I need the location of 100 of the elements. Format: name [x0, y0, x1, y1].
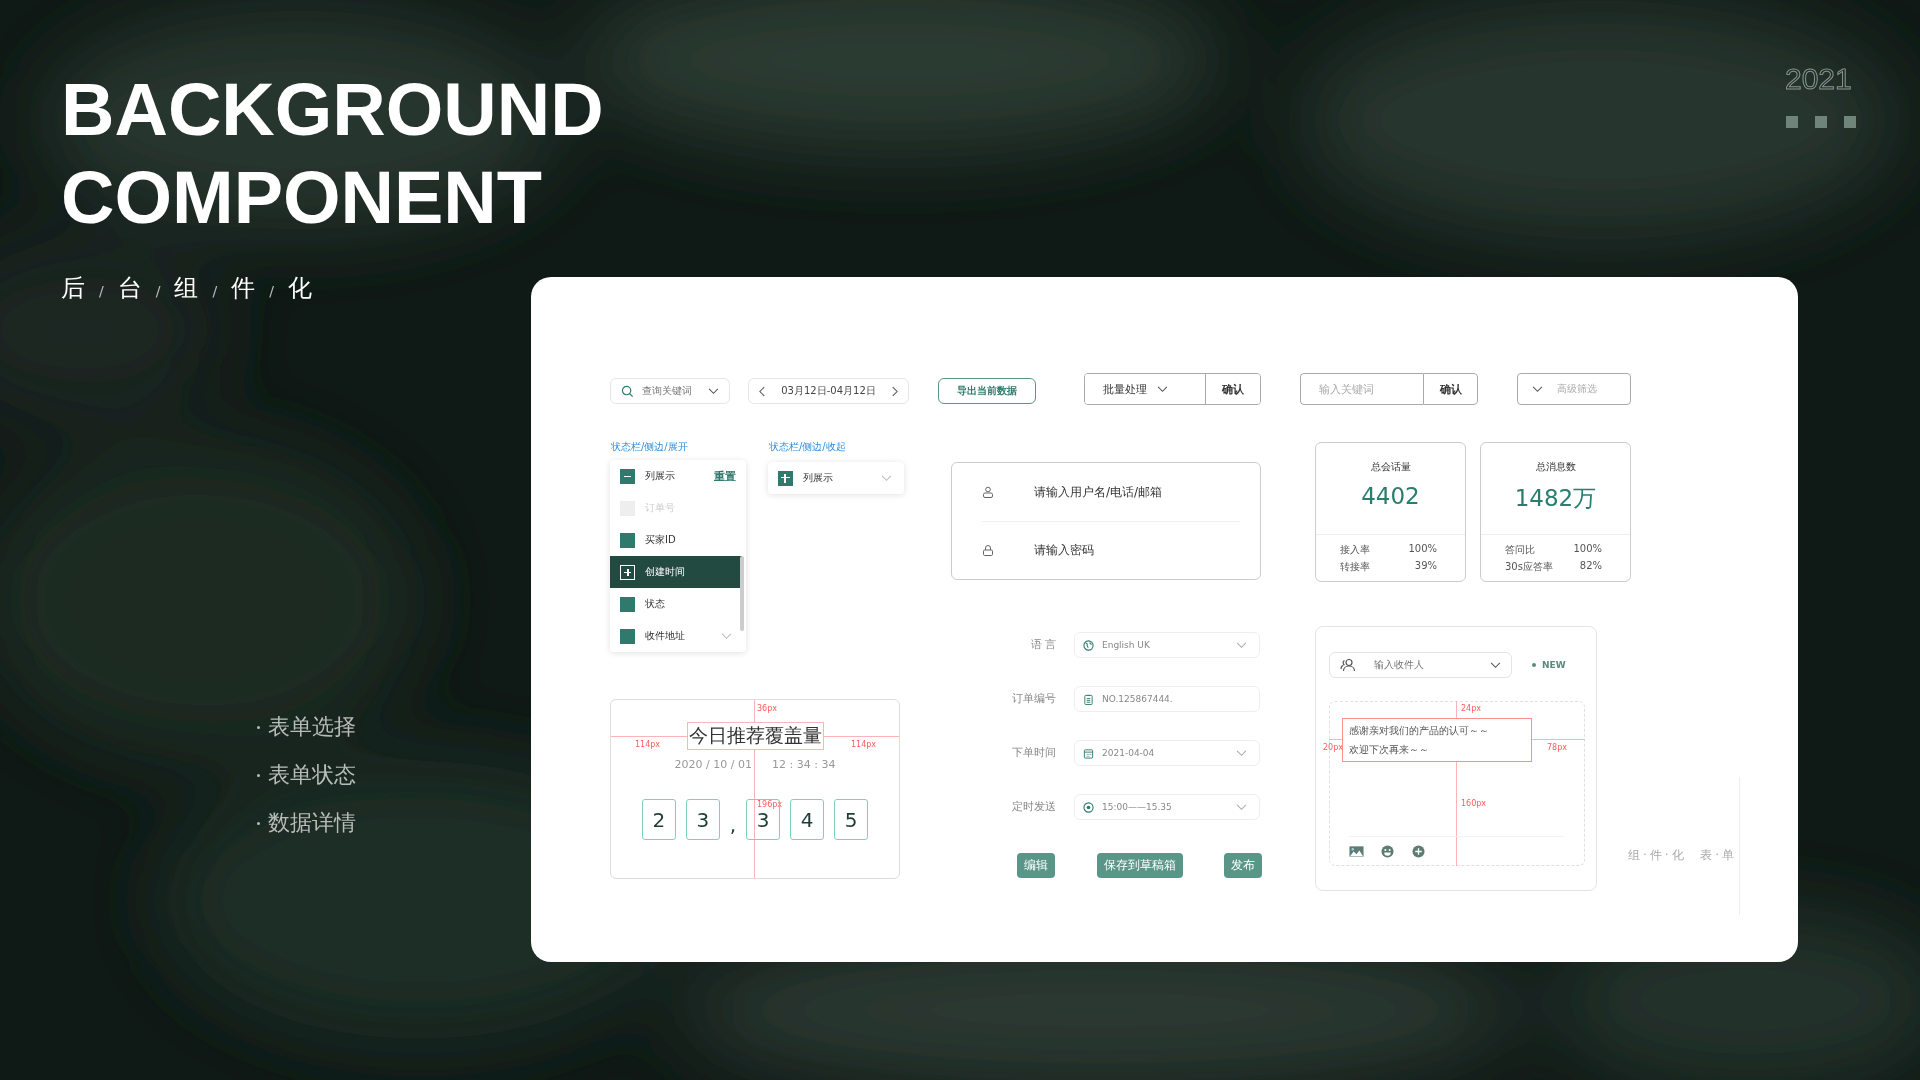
subtitle-character: 后 [61, 273, 85, 304]
column-option[interactable]: 状态 [610, 588, 746, 620]
collapse-icon[interactable] [620, 468, 635, 484]
chevron-down-icon [1157, 385, 1168, 393]
chevron-right-icon[interactable] [891, 385, 898, 397]
confirm-button[interactable]: 确认 [1205, 374, 1260, 404]
spacing-label: 114px [635, 740, 661, 749]
separator: / [269, 283, 274, 299]
spacing-label: 20px [1323, 743, 1343, 752]
column-option[interactable]: 创建时间 [610, 556, 742, 588]
chevron-down-icon [1532, 385, 1543, 393]
keyword-field[interactable]: 输入关键词 [1300, 373, 1423, 405]
square-dots-icon [1786, 116, 1856, 128]
smile-icon[interactable] [1380, 845, 1395, 858]
bullet-icon [257, 821, 260, 825]
chevron-down-icon [881, 474, 892, 482]
form-field[interactable]: 15:00——15.35 [1074, 794, 1260, 820]
people-icon [1340, 658, 1356, 672]
feature-item: 数据详情 [268, 810, 356, 836]
reset-link[interactable]: 重置 [714, 468, 736, 484]
year-label: 2021 [1785, 62, 1852, 96]
chevron-down-icon [1490, 661, 1501, 669]
metric-label: 30s应答率 [1505, 560, 1553, 574]
metric-value: 39% [1414, 560, 1437, 573]
new-label: NEW [1542, 660, 1566, 670]
separator: / [155, 283, 161, 299]
subtitle-character: 件 [231, 273, 256, 304]
confirm-button[interactable]: 确认 [1423, 373, 1478, 405]
digit-tile: 5 [834, 799, 869, 840]
metric-label: 转接率 [1340, 560, 1370, 574]
thousands-separator: , [729, 812, 737, 837]
export-button[interactable]: 导出当前数据 [938, 378, 1036, 404]
metric-label: 答问比 [1505, 543, 1535, 557]
chevron-down-icon [1236, 749, 1247, 757]
checkbox[interactable] [620, 532, 635, 548]
search-dropdown[interactable]: 查询关键词 [610, 378, 730, 404]
calendar-icon [1083, 747, 1094, 759]
metric-value: 100% [1573, 543, 1602, 556]
chevron-down-icon [1236, 641, 1247, 649]
scrollbar[interactable] [740, 556, 744, 631]
digit-tile: 3 [685, 799, 720, 840]
add-icon[interactable] [1411, 845, 1426, 858]
metric-value: 100% [1408, 543, 1437, 556]
chevron-down-icon [721, 632, 732, 640]
action-button[interactable]: 编辑 [1017, 853, 1055, 878]
stat-title: 总会话量 [1370, 460, 1411, 474]
date-range-picker[interactable]: 03月12日-04月12日 [748, 378, 909, 404]
radio-icon [1083, 801, 1094, 813]
form-field[interactable]: 2021-04-04 [1074, 740, 1260, 766]
digit-tile: 2 [641, 799, 676, 840]
bullet-icon [257, 725, 260, 729]
separator: / [99, 283, 104, 299]
new-dot-icon [1532, 663, 1536, 667]
field-label: 订单编号 [1011, 691, 1056, 707]
lock-icon [982, 544, 994, 557]
separator: / [212, 283, 218, 299]
section-caption: 状态栏/侧边/展开 [611, 440, 688, 454]
add-icon [620, 564, 635, 580]
image-icon[interactable] [1349, 845, 1364, 858]
recipient-dropdown[interactable]: 输入收件人 [1329, 652, 1512, 678]
globe-icon [1083, 639, 1094, 651]
spacing-label: 160px [1461, 799, 1487, 808]
field-label: 下单时间 [1011, 745, 1056, 761]
search-icon [621, 384, 634, 398]
field-label: 定时发送 [1011, 799, 1056, 815]
column-option[interactable]: 收件地址 [610, 620, 746, 652]
panel-title: 列展示 [645, 469, 675, 483]
column-option[interactable]: 买家ID [610, 524, 746, 556]
feature-item: 表单选择 [268, 714, 356, 740]
column-dropdown[interactable]: 列展示 [768, 462, 904, 494]
board-caption: 组·件·化 表·单 [1628, 847, 1738, 864]
date-text: 2020 / 10 / 01 [674, 758, 752, 771]
stat-value: 4402 [1361, 483, 1420, 509]
username-field[interactable]: 请输入用户名/电话/邮箱 [1034, 484, 1204, 499]
spacing-label: 78px [1547, 743, 1567, 752]
checkbox[interactable] [620, 596, 635, 612]
chevron-left-icon[interactable] [759, 385, 766, 397]
subtitle-character: 台 [117, 273, 142, 304]
checkbox[interactable] [620, 628, 635, 644]
counter-title: 今日推荐覆盖量 [686, 722, 824, 750]
metric-label: 接入率 [1340, 543, 1370, 557]
subtitle-character: 组 [174, 273, 199, 304]
chevron-down-icon [708, 387, 719, 395]
password-field[interactable]: 请输入密码 [1034, 543, 1204, 558]
stat-title: 总消息数 [1535, 460, 1576, 474]
spacing-label: 36px [757, 704, 777, 713]
add-icon [778, 470, 793, 486]
field-label: 语 言 [1029, 637, 1056, 653]
stat-value: 1482万 [1514, 484, 1597, 513]
spacing-label: 24px [1461, 704, 1481, 713]
action-button[interactable]: 保存到草稿箱 [1096, 853, 1183, 878]
user-icon [982, 485, 994, 498]
digit-tile: 4 [790, 799, 825, 840]
form-field[interactable]: NO.125867444. [1074, 686, 1260, 712]
metric-value: 82% [1579, 560, 1602, 573]
feature-item: 表单状态 [268, 762, 356, 788]
page-title: COMPONENT [61, 155, 542, 241]
time-text: 12 : 34 : 34 [772, 758, 836, 771]
action-button[interactable]: 发布 [1224, 853, 1262, 878]
form-field[interactable]: English UK [1074, 632, 1260, 658]
